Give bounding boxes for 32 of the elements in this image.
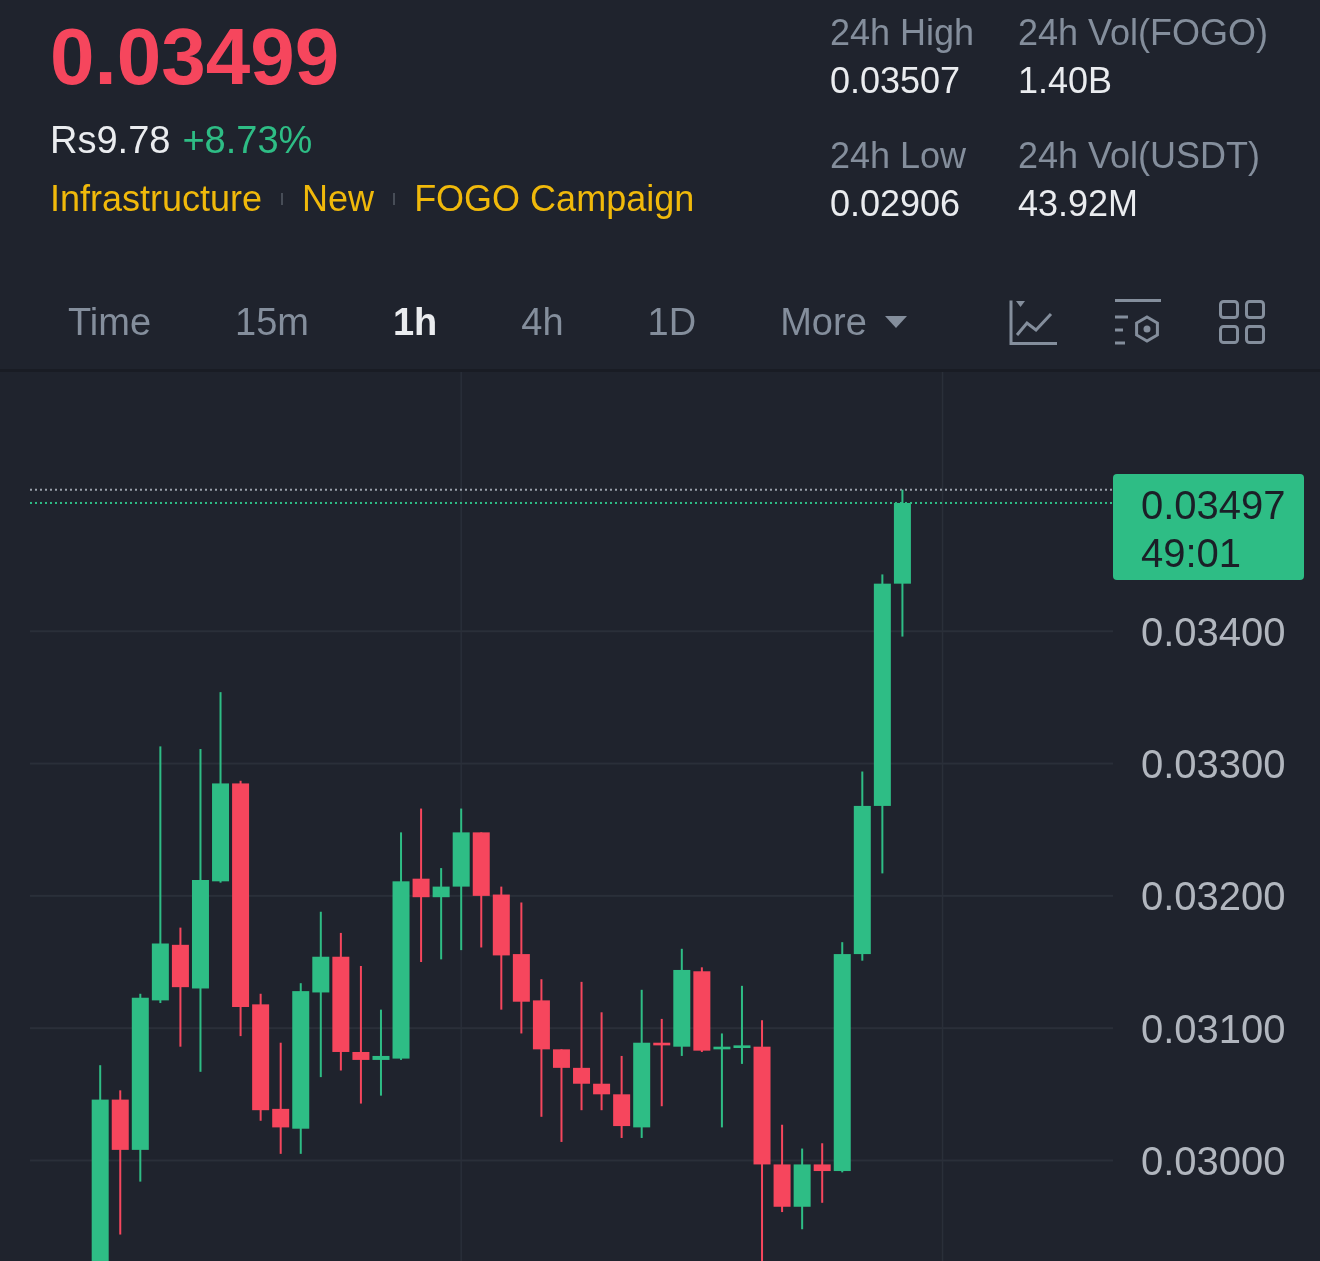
- stat-label: 24h Vol(USDT): [1018, 138, 1261, 174]
- stat-label: 24h Vol(FOGO): [1018, 15, 1269, 51]
- last-price-label: 0.03497: [1141, 482, 1286, 527]
- stat-value: 0.03507: [830, 63, 961, 99]
- grid-icon[interactable]: [1219, 300, 1265, 344]
- price-change: +8.73%: [182, 121, 313, 159]
- stat-value: 1.40B: [1018, 63, 1113, 99]
- y-axis-label: 0.03200: [1141, 874, 1286, 919]
- interval-tab[interactable]: More: [780, 303, 907, 341]
- stat-label: 24h Low: [830, 138, 967, 174]
- candle: [813, 1143, 831, 1203]
- tag-link[interactable]: FOGO Campaign: [414, 181, 695, 217]
- stat-value: 0.02906: [830, 186, 961, 222]
- settings-icon[interactable]: [1114, 298, 1162, 346]
- interval-tab[interactable]: 1D: [647, 303, 697, 341]
- y-axis-label: 0.03100: [1141, 1006, 1286, 1051]
- y-axis-label: 0.03400: [1141, 609, 1286, 654]
- y-axis-label: 0.03000: [1141, 1138, 1286, 1183]
- tag-link[interactable]: Infrastructure: [50, 181, 263, 217]
- fiat-price: Rs9.78: [50, 121, 171, 159]
- stat-label: 24h High: [830, 15, 975, 51]
- interval-tab[interactable]: 15m: [235, 303, 309, 341]
- line-chart-icon[interactable]: [1009, 299, 1057, 345]
- last-price: 0.03499: [50, 17, 340, 97]
- y-axis-label: 0.03300: [1141, 742, 1286, 787]
- interval-tab[interactable]: Time: [68, 303, 152, 341]
- stat-value: 43.92M: [1018, 186, 1139, 222]
- tag-link[interactable]: New: [302, 181, 375, 217]
- interval-tab[interactable]: 1h: [392, 303, 438, 341]
- interval-tab[interactable]: 4h: [521, 303, 564, 341]
- caret-icon: [884, 316, 907, 328]
- candle-countdown: 49:01: [1141, 530, 1242, 575]
